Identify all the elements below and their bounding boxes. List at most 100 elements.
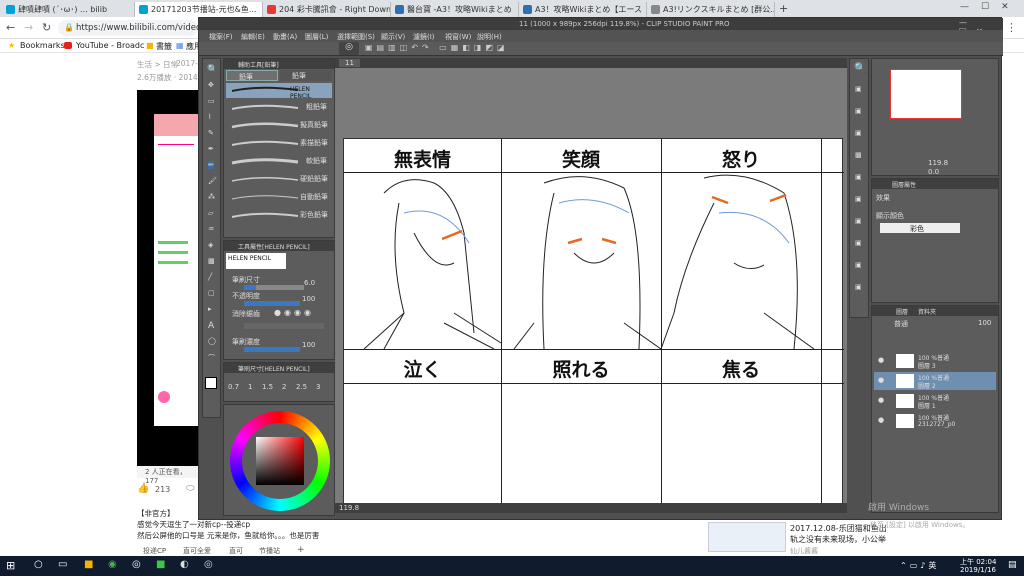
pen-tool-icon[interactable]: ✒	[208, 145, 214, 153]
eraser-tool-icon[interactable]: ▱	[208, 209, 213, 217]
eye-icon[interactable]: ●	[878, 376, 884, 384]
size-preset[interactable]: 1.5	[262, 383, 273, 391]
brush-size-slider[interactable]	[244, 285, 304, 290]
zoom-tool-icon[interactable]: 🔍	[207, 65, 218, 75]
reload-icon[interactable]: ↻	[42, 21, 51, 34]
file-explorer-icon[interactable]: ■	[84, 559, 93, 570]
drawing-paper[interactable]: 無表情 笑顔 怒り 泣く 照れる 焦る	[343, 138, 844, 510]
menu-file[interactable]: 檔案(F)	[209, 32, 233, 42]
opacity-slider[interactable]	[244, 301, 300, 306]
pencil-tool-icon[interactable]: ✏	[208, 161, 214, 169]
airbrush-tool-icon[interactable]: ⁂	[208, 193, 215, 201]
layer-row[interactable]: ● 100 %普通 2312727_p0	[874, 412, 996, 430]
like-icon[interactable]: 👍	[137, 483, 149, 494]
subtool-tab-pencil[interactable]: 鉛筆	[226, 70, 278, 81]
add-tag-icon[interactable]: +	[297, 545, 305, 555]
figure-tool-icon[interactable]: ╱	[208, 273, 212, 281]
frame-tool-icon[interactable]: ▢	[208, 289, 215, 297]
select-tool-icon[interactable]: ▭	[208, 97, 215, 105]
ruler-tool-icon[interactable]: ▸	[208, 305, 212, 313]
fill-tool-icon[interactable]: ◈	[208, 241, 213, 249]
menu-animation[interactable]: 動畫(A)	[273, 32, 297, 42]
size-preset[interactable]: 2	[282, 383, 286, 391]
blend-tool-icon[interactable]: ♒	[208, 225, 214, 233]
clip-studio-logo-icon[interactable]: ◎	[339, 42, 359, 55]
video-player[interactable]	[137, 90, 198, 466]
antialias-options[interactable]: ●◉◉◉	[274, 308, 314, 317]
line-icon[interactable]: ■	[156, 559, 165, 570]
material-icon[interactable]: ▣	[855, 129, 862, 137]
layer-row[interactable]: ● 100 %普通 圖層 1	[874, 392, 996, 410]
browser-tab[interactable]: A3!リンクスキルまとめ [群公...	[647, 2, 775, 17]
menu-selection[interactable]: 選擇範圍(S)	[337, 32, 375, 42]
gradient-tool-icon[interactable]: ▩	[208, 257, 215, 265]
search-icon[interactable]: ○	[34, 559, 43, 570]
layer-opacity-value[interactable]: 100	[978, 319, 991, 327]
balloon-tool-icon[interactable]: ◯	[208, 337, 216, 345]
command-icons[interactable]: ▣▤▥◫↶↷ ▭▦◧◨◩◪	[365, 43, 509, 52]
layer-tab[interactable]: 圖層	[896, 307, 908, 316]
main-color-swatch[interactable]	[205, 377, 217, 389]
eye-icon[interactable]: ●	[878, 356, 884, 364]
material-icon[interactable]: ▣	[855, 283, 862, 291]
material-icon[interactable]: ▣	[855, 107, 862, 115]
saturation-square[interactable]	[256, 437, 304, 485]
density-slider[interactable]	[244, 347, 300, 352]
eye-icon[interactable]: ●	[878, 416, 884, 424]
task-view-icon[interactable]: ▭	[58, 559, 67, 570]
menu-help[interactable]: 說明(H)	[477, 32, 502, 42]
navigator-preview[interactable]	[890, 69, 962, 119]
navigator-zoom[interactable]: 119.8	[928, 159, 948, 167]
canvas-tab[interactable]: 11	[339, 59, 360, 67]
size-preset[interactable]: 2.5	[296, 383, 307, 391]
eye-icon[interactable]: ●	[878, 396, 884, 404]
material-icon[interactable]: ▣	[855, 195, 862, 203]
chrome-icon[interactable]: ◉	[108, 559, 117, 570]
related-thumbnail[interactable]	[708, 522, 786, 552]
menu-window[interactable]: 視窗(W)	[445, 32, 471, 42]
brush-size-value[interactable]: 6.0	[304, 279, 315, 287]
bookmark-item[interactable]: YouTube - Broadc	[76, 41, 144, 50]
menu-view[interactable]: 顯示(V)	[381, 32, 405, 42]
bookmark-item[interactable]: 書籤	[156, 41, 172, 52]
layer-row[interactable]: ● 100 %普通 圖層 3	[874, 352, 996, 370]
material-icon[interactable]: ▣	[855, 173, 862, 181]
size-preset[interactable]: 3	[316, 383, 320, 391]
tag[interactable]: 直可	[229, 546, 243, 556]
clip-studio-taskbar-icon[interactable]: ◎	[204, 559, 213, 570]
move-tool-icon[interactable]: ✥	[208, 81, 214, 89]
forward-icon[interactable]: →	[24, 21, 33, 34]
canvas-zoom-value[interactable]: 119.8	[339, 504, 359, 512]
brush-tool-icon[interactable]: 🖌	[208, 177, 217, 185]
menu-kebab-icon[interactable]: ⋮	[1006, 21, 1017, 34]
hue-ring[interactable]	[230, 411, 330, 511]
tag[interactable]: 投递CP	[143, 546, 166, 556]
bookmark-item[interactable]: Bookmarks	[20, 41, 65, 50]
menu-filter[interactable]: 濾鏡(I)	[413, 32, 435, 42]
tag[interactable]: 直可全爱	[183, 546, 211, 556]
app-icon[interactable]: ◎	[132, 559, 141, 570]
opacity-value[interactable]: 100	[302, 295, 315, 303]
eyedropper-tool-icon[interactable]: ✎	[208, 129, 214, 137]
navigator-angle[interactable]: 0.0	[928, 168, 939, 176]
folder-tab[interactable]: 資料夾	[918, 307, 936, 316]
menu-layer[interactable]: 圖層(L)	[305, 32, 328, 42]
material-icon[interactable]: ▩	[855, 151, 862, 159]
tag[interactable]: 节播站	[259, 546, 280, 556]
display-color-select[interactable]: 彩色	[880, 223, 960, 233]
video-category[interactable]: 生活 > 日常	[137, 59, 178, 70]
app-icon[interactable]: ◐	[180, 559, 189, 570]
lasso-tool-icon[interactable]: ⌇	[208, 113, 211, 121]
material-icon[interactable]: ▣	[855, 85, 862, 93]
browser-tab[interactable]: 肆嘖肆嘖 (´･ω･) ... bilib	[2, 2, 135, 17]
search-icon[interactable]: 🔍	[854, 63, 866, 74]
browser-tab[interactable]: A3！攻略Wikiまとめ【エース	[519, 2, 647, 17]
material-icon[interactable]: ▣	[855, 261, 862, 269]
new-tab-button[interactable]: +	[779, 2, 788, 15]
blend-mode-select[interactable]: 普通	[894, 319, 908, 329]
browser-tab[interactable]: 204 彩卡騰訊會 - Right Down	[263, 2, 391, 17]
coin-icon[interactable]: ⬭	[186, 483, 195, 494]
browser-tab-active[interactable]: 20171203节播站-元也&鱼...	[135, 2, 263, 17]
material-icon[interactable]: ▣	[855, 217, 862, 225]
tray-icons[interactable]: ⌃▭♪英	[900, 560, 939, 571]
